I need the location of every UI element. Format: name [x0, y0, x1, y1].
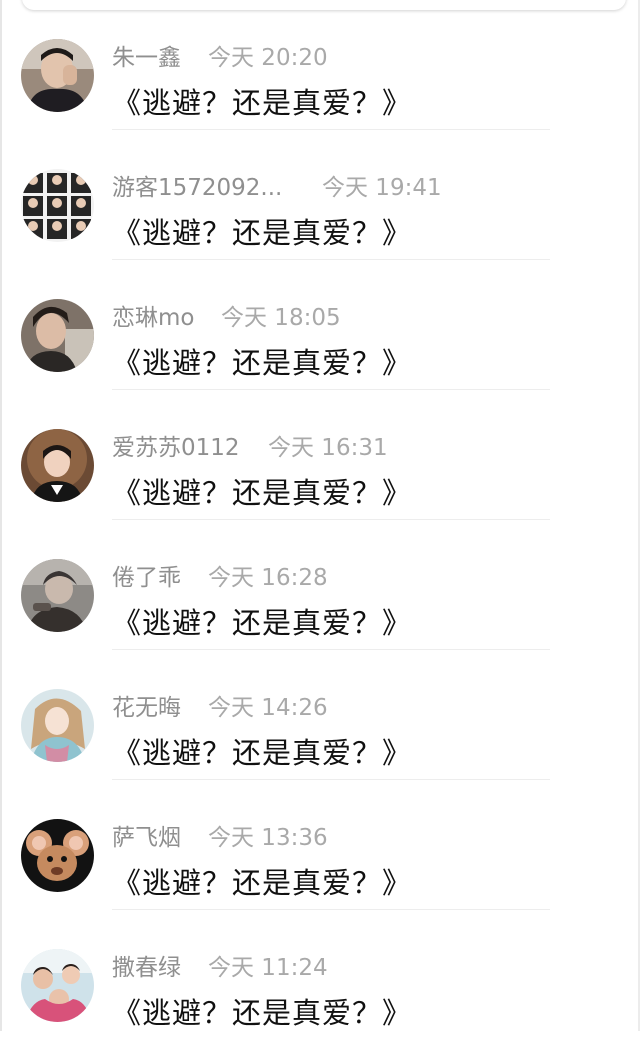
comment-username[interactable]: 花无晦 [112, 688, 181, 722]
comment-text: 《逃避？还是真爱？》 [112, 86, 413, 120]
avatar[interactable] [21, 819, 94, 892]
avatar[interactable] [21, 299, 94, 372]
comment-username[interactable]: 爱苏苏0112 [112, 428, 240, 462]
comment-item[interactable]: 游客1572092... 今天 19:41 《逃避？还是真爱？》 [0, 130, 640, 260]
comment-time: 今天 20:20 [208, 45, 328, 71]
comment-text: 《逃避？还是真爱？》 [112, 476, 413, 510]
comment-text: 《逃避？还是真爱？》 [112, 736, 413, 770]
comment-list: 朱一鑫 今天 20:20 《逃避？还是真爱？》 游客1572092... 今天 … [0, 0, 640, 1040]
comment-text: 《逃避？还是真爱？》 [112, 606, 413, 640]
avatar[interactable] [21, 169, 94, 242]
comment-time: 今天 19:41 [322, 175, 442, 201]
comment-text: 《逃避？还是真爱？》 [112, 996, 413, 1030]
comment-item[interactable]: 撒春绿 今天 11:24 《逃避？还是真爱？》 [0, 910, 640, 1040]
comment-text: 《逃避？还是真爱？》 [112, 346, 413, 380]
comment-item[interactable]: 恋琳mo 今天 18:05 《逃避？还是真爱？》 [0, 260, 640, 390]
comment-username[interactable]: 倦了乖 [112, 558, 181, 592]
comment-time: 今天 13:36 [208, 825, 328, 851]
comment-item[interactable]: 花无晦 今天 14:26 《逃避？还是真爱？》 [0, 650, 640, 780]
comment-time: 今天 18:05 [221, 305, 341, 331]
avatar[interactable] [21, 429, 94, 502]
comment-username[interactable]: 恋琳mo [112, 298, 194, 332]
comment-item[interactable]: 爱苏苏0112 今天 16:31 《逃避？还是真爱？》 [0, 390, 640, 520]
comment-text: 《逃避？还是真爱？》 [112, 216, 413, 250]
avatar[interactable] [21, 559, 94, 632]
comment-item[interactable]: 萨飞烟 今天 13:36 《逃避？还是真爱？》 [0, 780, 640, 910]
comment-time: 今天 11:24 [208, 955, 328, 981]
comment-item[interactable]: 朱一鑫 今天 20:20 《逃避？还是真爱？》 [0, 0, 640, 130]
avatar[interactable] [21, 689, 94, 762]
comment-username[interactable]: 撒春绿 [112, 948, 181, 982]
comment-time: 今天 16:28 [208, 565, 328, 591]
avatar[interactable] [21, 949, 94, 1022]
comment-time: 今天 16:31 [268, 435, 388, 461]
comment-username[interactable]: 游客1572092... [112, 168, 282, 202]
comment-text: 《逃避？还是真爱？》 [112, 866, 413, 900]
comment-username[interactable]: 萨飞烟 [112, 818, 181, 852]
avatar[interactable] [21, 39, 94, 112]
comment-item[interactable]: 倦了乖 今天 16:28 《逃避？还是真爱？》 [0, 520, 640, 650]
comment-username[interactable]: 朱一鑫 [112, 38, 181, 72]
comment-time: 今天 14:26 [208, 695, 328, 721]
